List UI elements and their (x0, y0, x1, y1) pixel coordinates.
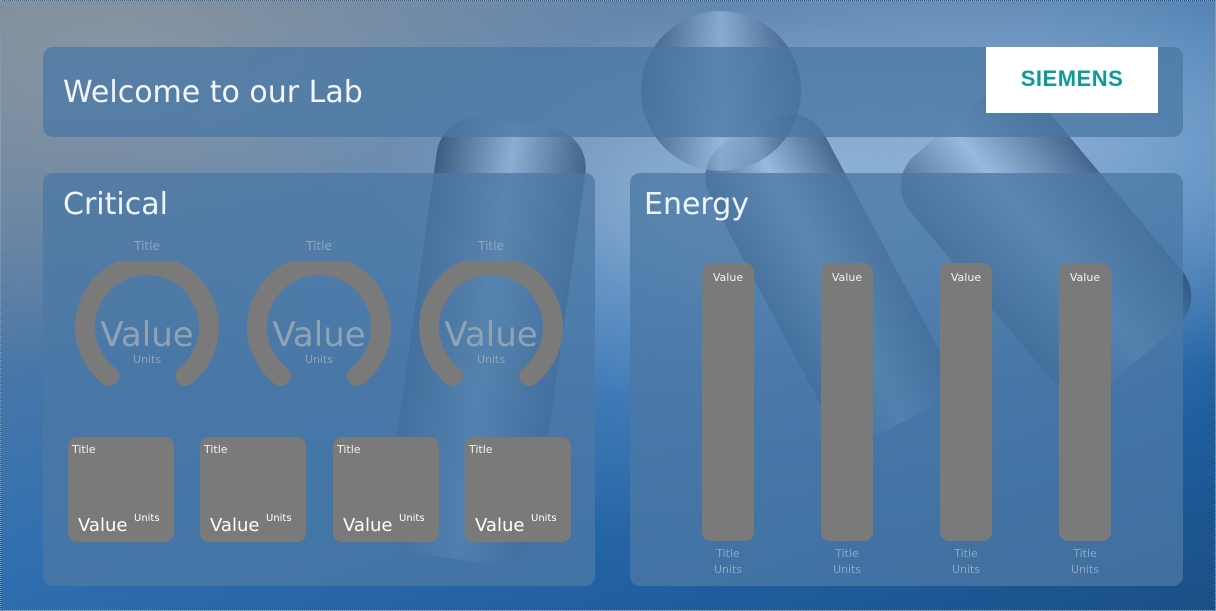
gauge-value: Value (444, 315, 538, 355)
logo-underline (986, 105, 1158, 113)
header-panel: Welcome to our Lab SIEMENS (43, 47, 1183, 137)
energy-bar[interactable]: Value (821, 263, 873, 541)
bar-units: Units (951, 563, 981, 576)
tile-title: Title (72, 443, 96, 456)
gauge[interactable]: Title Value Units (413, 239, 569, 391)
bar-units: Units (713, 563, 743, 576)
critical-panel: Critical Title Value Units Title Value U… (43, 173, 595, 586)
bar-value: Value (831, 271, 863, 284)
energy-title: Energy (644, 187, 750, 222)
gauge-title: Title (134, 239, 160, 253)
gauge[interactable]: Title Value Units (69, 239, 225, 391)
bar-value: Value (712, 271, 744, 284)
page-title: Welcome to our Lab (63, 75, 363, 110)
kpi-tile[interactable]: Title Value Units (68, 437, 174, 542)
tile-value: Value (475, 515, 525, 536)
gauge-value: Value (272, 315, 366, 355)
energy-bar[interactable]: Value (702, 263, 754, 541)
logo-text: SIEMENS (1020, 66, 1124, 91)
gauge[interactable]: Title Value Units (241, 239, 397, 391)
tile-title: Title (204, 443, 228, 456)
tile-title: Title (337, 443, 361, 456)
gauge-title: Title (478, 239, 504, 253)
bar-value: Value (1069, 271, 1101, 284)
kpi-tile[interactable]: Title Value Units (465, 437, 571, 542)
gauge-units: Units (476, 353, 506, 366)
siemens-logo: SIEMENS (986, 47, 1158, 111)
energy-bar[interactable]: Value (940, 263, 992, 541)
bar-title: Title (1073, 547, 1097, 560)
tile-value: Value (210, 515, 260, 536)
bar-units: Units (832, 563, 862, 576)
tile-value: Value (78, 515, 128, 536)
energy-panel: Energy Value Title Units Value Title Uni… (630, 173, 1183, 586)
gauge-title: Title (306, 239, 332, 253)
gauge-units: Units (304, 353, 334, 366)
tile-units: Units (399, 513, 425, 524)
bar-value: Value (950, 271, 982, 284)
tile-units: Units (531, 513, 557, 524)
lab-dashboard-background: Welcome to our Lab SIEMENS Critical Titl… (0, 0, 1216, 611)
bar-title: Title (835, 547, 859, 560)
tile-title: Title (469, 443, 493, 456)
gauge-units: Units (132, 353, 162, 366)
gauge-value: Value (100, 315, 194, 355)
kpi-tile[interactable]: Title Value Units (333, 437, 439, 542)
critical-title: Critical (63, 187, 168, 222)
tile-units: Units (134, 513, 160, 524)
bar-title: Title (716, 547, 740, 560)
tile-value: Value (343, 515, 393, 536)
bar-units: Units (1070, 563, 1100, 576)
tile-units: Units (266, 513, 292, 524)
kpi-tile[interactable]: Title Value Units (200, 437, 306, 542)
energy-bar[interactable]: Value (1059, 263, 1111, 541)
bar-title: Title (954, 547, 978, 560)
